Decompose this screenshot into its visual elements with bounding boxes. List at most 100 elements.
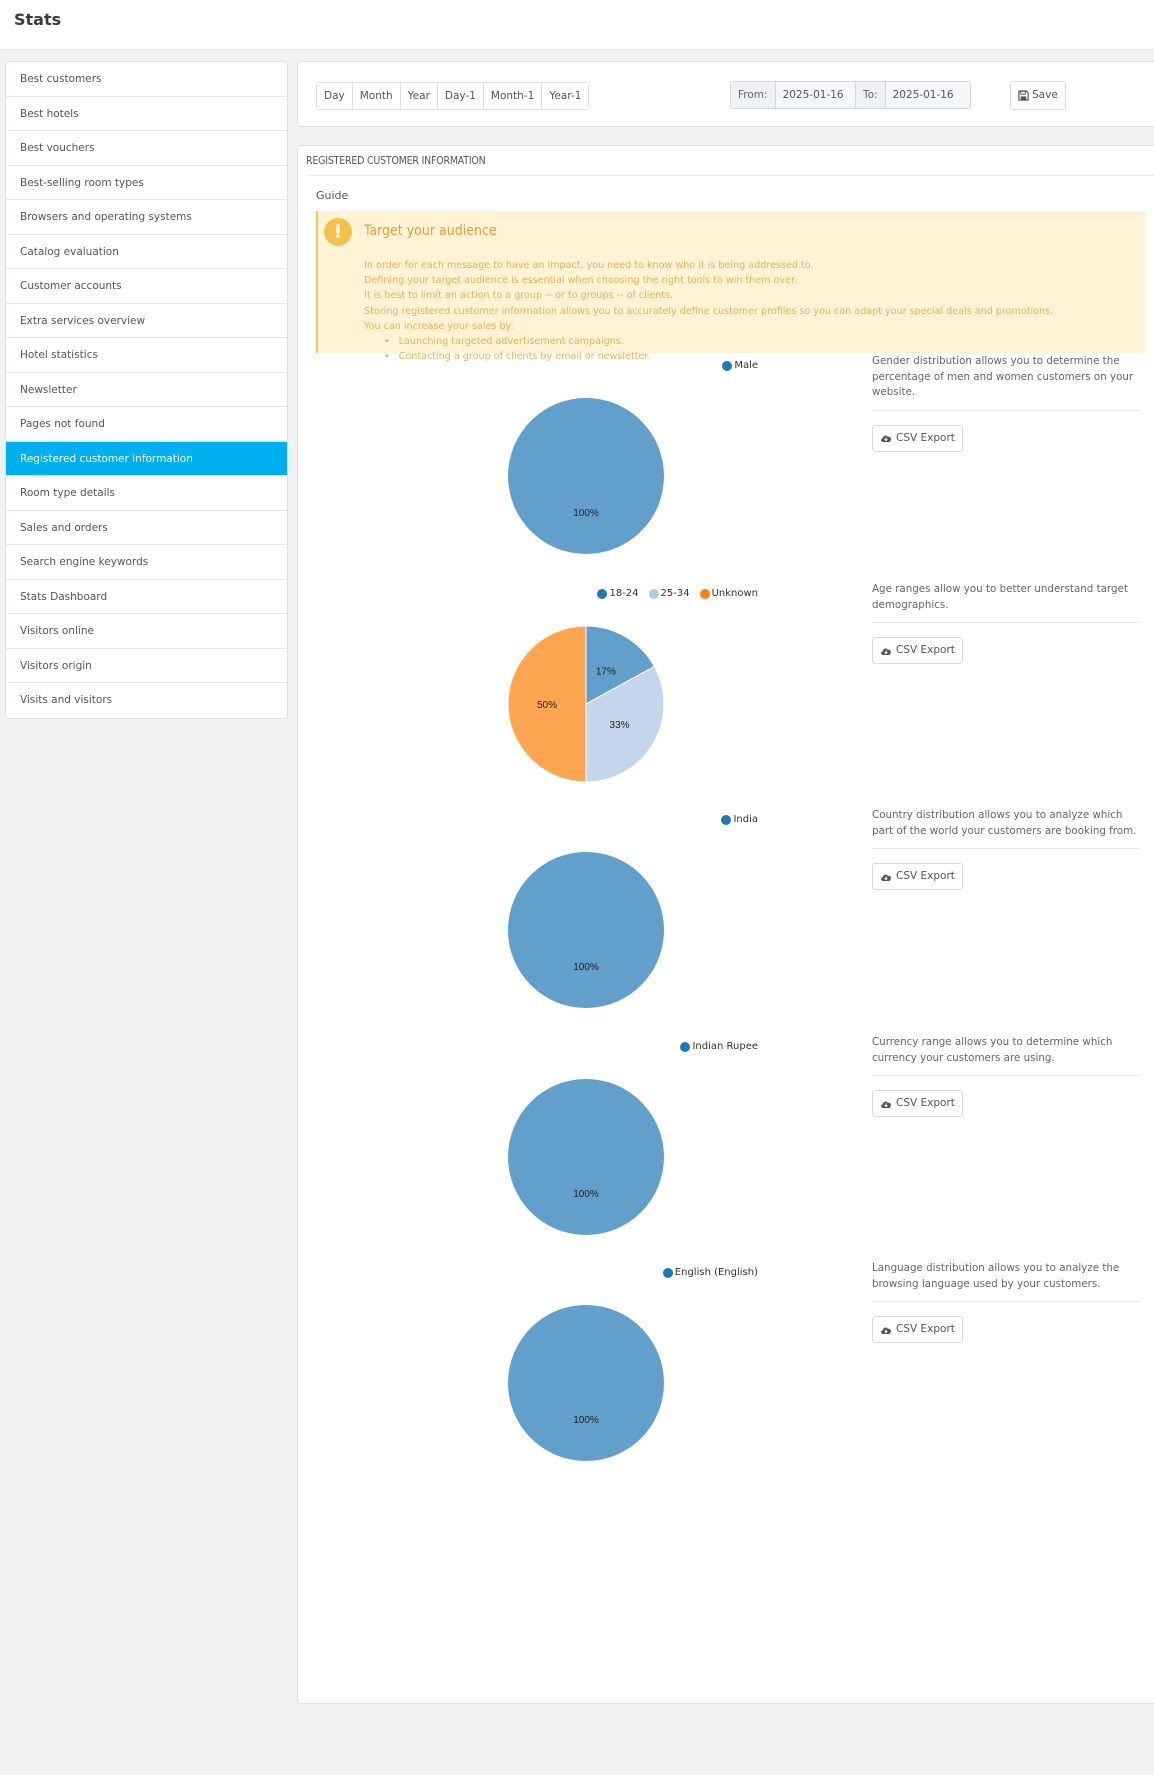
sidebar-item-extra-services-overview[interactable]: Extra services overview (6, 304, 287, 338)
csv-export-label: CSV Export (896, 1323, 955, 1335)
date-to-input[interactable] (885, 82, 970, 108)
registered-customer-info-panel: REGISTERED CUSTOMER INFORMATION Guide ! … (297, 145, 1154, 1704)
sidebar-item-sales-and-orders[interactable]: Sales and orders (6, 511, 287, 545)
cloud-download-icon (881, 1327, 891, 1334)
sidebar-item-visitors-online[interactable]: Visitors online (6, 614, 287, 649)
alert-line: Storing registered customer information … (364, 305, 1054, 317)
csv-export-button[interactable]: CSV Export (872, 863, 963, 890)
period-button-day-1[interactable]: Day-1 (437, 83, 484, 109)
alert-line: You can increase your sales by: (364, 320, 514, 332)
pie-data-label: 100% (573, 962, 599, 973)
floppy-disk-icon (1018, 90, 1029, 101)
page-header: Stats (0, 0, 1154, 50)
pie-slice-india[interactable] (508, 852, 664, 1008)
pie-data-label: 33% (610, 720, 630, 731)
alert-line: Defining your target audience is essenti… (364, 275, 798, 287)
legend-swatch (722, 360, 733, 371)
csv-export-button[interactable]: CSV Export (872, 1090, 963, 1117)
panel-heading: REGISTERED CUSTOMER INFORMATION (306, 146, 1154, 176)
stats-module-list: Best customers Best hotels Best vouchers Be… (5, 61, 288, 719)
alert-body: In order for each message to have an imp… (364, 258, 1053, 364)
sidebar-item-best-customers[interactable]: Best customers (6, 62, 287, 97)
chart-legend: Male (722, 360, 758, 371)
csv-export-button[interactable]: CSV Export (872, 424, 963, 452)
period-button-day[interactable]: Day (317, 83, 353, 109)
legend-entry[interactable]: 25-34 (648, 588, 690, 599)
csv-export-label: CSV Export (896, 1097, 955, 1109)
alert-bullet: Launching targeted advertisement campaig… (384, 334, 1053, 349)
legend-entry[interactable]: India (721, 814, 758, 825)
legend-swatch (648, 588, 659, 599)
sidebar-item-customer-accounts[interactable]: Customer accounts (6, 269, 287, 304)
divider (872, 409, 1140, 411)
csv-export-label: CSV Export (896, 644, 955, 656)
cloud-download-icon (881, 435, 891, 442)
sidebar-item-registered-customer-information[interactable]: Registered customer information (6, 441, 287, 476)
csv-export-button[interactable]: CSV Export (872, 637, 963, 664)
legend-entry[interactable]: Indian Rupee (680, 1041, 758, 1052)
sidebar-item-visitors-origin[interactable]: Visitors origin (6, 649, 287, 683)
legend-label: Unknown (711, 588, 758, 599)
legend-swatch (662, 1267, 673, 1278)
sidebar-item-best-hotels[interactable]: Best hotels (6, 97, 287, 131)
chart-legend: English (English) (662, 1267, 758, 1278)
chart-description: Gender distribution allows you to determ… (872, 355, 1134, 398)
sidebar-item-search-engine-keywords[interactable]: Search engine keywords (6, 545, 287, 580)
date-from-group: From: (730, 81, 861, 109)
sidebar-item-room-type-details[interactable]: Room type details (6, 476, 287, 511)
pie-slice-male[interactable] (508, 398, 664, 554)
sidebar-item-catalog-evaluation[interactable]: Catalog evaluation (6, 235, 287, 269)
date-from-input[interactable] (775, 82, 860, 108)
period-button-year-1[interactable]: Year-1 (542, 83, 589, 109)
chart-legend: 18-24 25-34 Unknown (597, 588, 758, 599)
sidebar-item-visits-and-visitors[interactable]: Visits and visitors (6, 683, 287, 718)
legend-swatch (680, 1041, 691, 1052)
divider (872, 848, 1140, 849)
save-button[interactable]: Save (1010, 81, 1066, 110)
chart-description: Language distribution allows you to anal… (872, 1262, 1120, 1290)
legend-label: India (733, 814, 758, 825)
page-title: Stats (14, 10, 62, 29)
pie-chart: 100% (508, 852, 664, 1008)
pie-slice-indian-rupee[interactable] (508, 1079, 664, 1235)
sidebar-item-best-vouchers[interactable]: Best vouchers (6, 131, 287, 166)
alert-line: It is best to limit an action to a group… (364, 290, 674, 302)
csv-export-label: CSV Export (896, 431, 955, 444)
legend-entry[interactable]: Male (722, 360, 758, 371)
legend-swatch (699, 588, 710, 599)
date-range-toolbar: DayMonthYearDay-1Month-1Year-1 From: To:… (297, 61, 1154, 127)
sidebar-item-pages-not-found[interactable]: Pages not found (6, 407, 287, 442)
period-button-year[interactable]: Year (400, 83, 438, 109)
sidebar-item-best-selling-room-types[interactable]: Best-selling room types (6, 166, 287, 200)
csv-export-button[interactable]: CSV Export (872, 1316, 963, 1343)
guide-alert: ! Target your audience In order for each… (316, 211, 1146, 362)
legend-entry[interactable]: Unknown (699, 588, 758, 599)
alert-bullet-text: Contacting a group of clients by email o… (398, 351, 651, 363)
legend-entry[interactable]: English (English) (662, 1267, 758, 1278)
legend-entry[interactable]: 18-24 (597, 588, 639, 599)
pie-chart: 100% (508, 1079, 664, 1235)
alert-line: In order for each message to have an imp… (364, 260, 814, 271)
exclamation-icon: ! (324, 218, 352, 246)
pie-chart: 17% 33% 50% (507, 625, 665, 783)
date-to-group: To: (855, 81, 971, 109)
period-button-month-1[interactable]: Month-1 (483, 83, 543, 109)
sidebar-item-newsletter[interactable]: Newsletter (6, 373, 287, 407)
chart-description: Age ranges allow you to better understan… (872, 583, 1128, 611)
legend-label: 25-34 (660, 588, 690, 599)
legend-label: English (English) (674, 1267, 758, 1278)
pie-data-label: 17% (596, 666, 616, 677)
cloud-download-icon (881, 1101, 891, 1108)
legend-label: Indian Rupee (692, 1041, 758, 1052)
sidebar-item-hotel-statistics[interactable]: Hotel statistics (6, 338, 287, 373)
pie-slice-english-english-[interactable] (508, 1305, 664, 1461)
pie-data-label: 100% (573, 508, 599, 519)
legend-swatch (721, 814, 732, 825)
cloud-download-icon (881, 874, 891, 881)
sidebar-item-stats-dashboard[interactable]: Stats Dashboard (6, 580, 287, 614)
legend-label: Male (734, 360, 758, 371)
csv-export-label: CSV Export (896, 870, 955, 882)
period-button-month[interactable]: Month (352, 83, 401, 109)
sidebar-item-browsers-and-operating-systems[interactable]: Browsers and operating systems (6, 200, 287, 235)
divider (872, 1075, 1140, 1076)
